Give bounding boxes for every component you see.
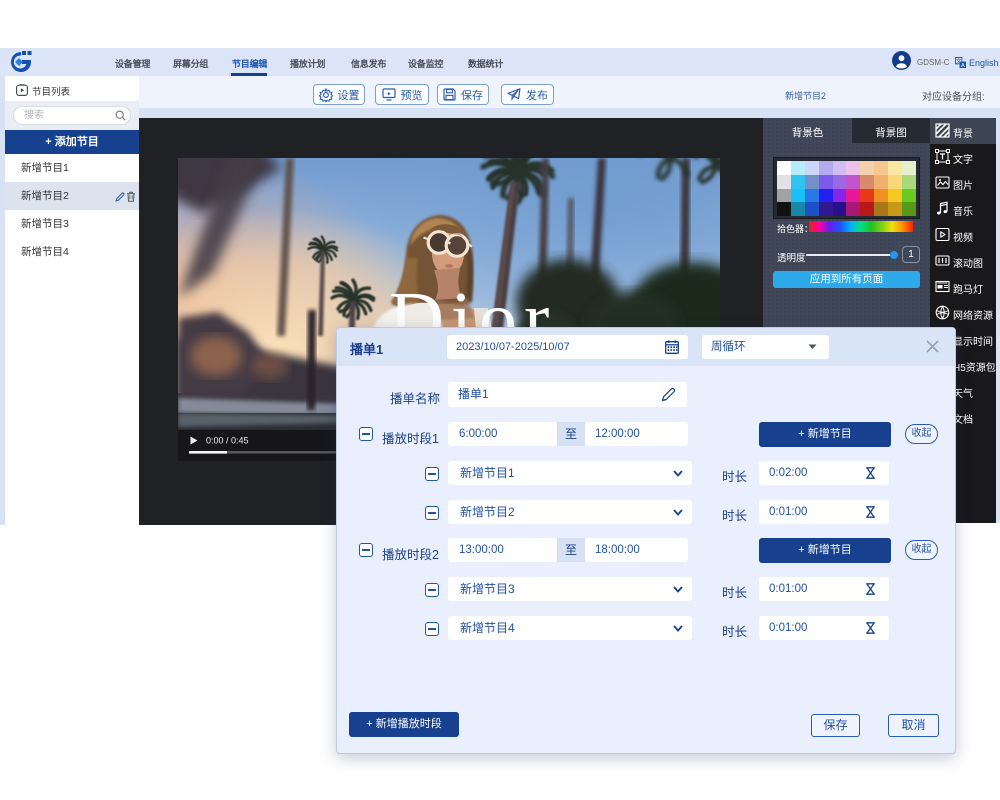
svg-text:A: A <box>961 63 965 68</box>
svg-text:0:00 / 0:45: 0:00 / 0:45 <box>206 436 249 446</box>
